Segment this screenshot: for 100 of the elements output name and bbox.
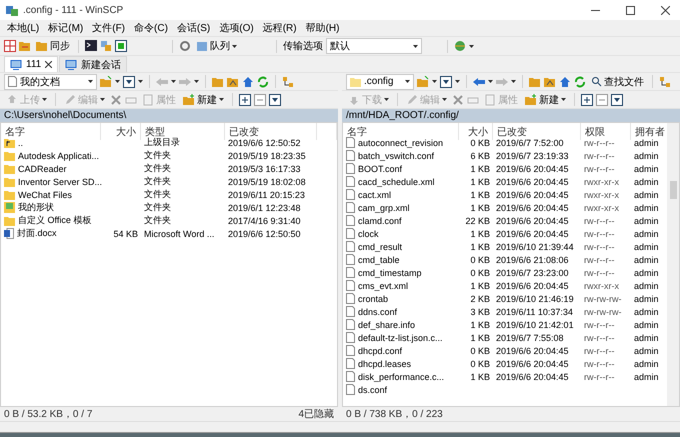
table-cell-text: 1 KB <box>469 188 491 201</box>
transfer-settings-dropdown[interactable]: 默认 <box>326 38 422 54</box>
folder-icon <box>4 190 15 200</box>
table-cell: cam_grp.xml <box>343 201 459 214</box>
plus-icon[interactable] <box>581 94 593 106</box>
column-header[interactable]: 已改变 <box>493 123 581 140</box>
menu-item[interactable]: 标记(M) <box>45 21 86 35</box>
home-icon[interactable] <box>559 76 571 88</box>
globe-icon[interactable] <box>454 40 466 52</box>
compare-icon[interactable] <box>4 40 16 52</box>
table-cell-text: 1 KB <box>469 370 491 383</box>
table-cell-text: rw-r--r-- <box>583 214 616 227</box>
table-cell-text: 2019/6/11 20:15:23 <box>227 188 306 201</box>
menu-item[interactable]: 会话(S) <box>174 21 214 35</box>
table-cell-text: 2019/6/6 20:04:45 <box>495 176 570 188</box>
synchronize-button[interactable]: 同步 <box>34 38 72 54</box>
new-folder-icon[interactable] <box>183 94 195 106</box>
table-cell-text: rw-r--r-- <box>583 358 616 370</box>
monitor-icon <box>10 60 22 70</box>
filter-icon[interactable] <box>440 76 452 88</box>
menu-item[interactable]: 帮助(H) <box>302 21 342 35</box>
forward-arrow-icon[interactable] <box>496 76 508 88</box>
home-icon[interactable] <box>242 76 254 88</box>
table-cell-text: 3 KB <box>469 306 491 318</box>
refresh-icon[interactable] <box>257 76 269 88</box>
menu-item[interactable]: 远程(R) <box>260 21 300 35</box>
table-cell-text: 2019/6/1 12:23:48 <box>227 202 302 214</box>
table-cell-text: rwxr-xr-x <box>583 202 620 214</box>
table-cell-text: admin <box>633 370 660 383</box>
caret-icon <box>88 80 93 83</box>
table-cell-text: 文件夹 <box>143 188 172 201</box>
close-icon[interactable] <box>660 6 670 14</box>
session-tab[interactable]: 111 <box>4 56 58 72</box>
caret-icon <box>405 80 410 83</box>
plus-icon[interactable] <box>239 94 251 106</box>
table-cell-text: admin <box>633 150 660 162</box>
table-cell-text: 1 KB <box>469 228 491 240</box>
refresh-icon[interactable] <box>574 76 586 88</box>
new-button[interactable]: 新建 <box>181 92 226 108</box>
tree-icon[interactable] <box>282 76 294 88</box>
caret-icon <box>42 98 47 101</box>
table-cell-text: 2019/6/6 20:04:45 <box>495 344 570 357</box>
open-folder-icon[interactable] <box>417 76 429 88</box>
table-cell: disk_performance.c... <box>343 370 459 383</box>
session-tab[interactable]: 新建会话 <box>59 56 128 72</box>
table-cell-text: rw-r--r-- <box>583 254 616 266</box>
caret-icon <box>413 44 418 48</box>
table-cell-text: 2019/6/6 20:04:45 <box>495 162 570 175</box>
table-cell-text: 2019/6/6 21:08:06 <box>495 254 570 266</box>
scrollbar[interactable] <box>667 123 679 406</box>
column-header[interactable]: 大小 <box>459 123 493 140</box>
delete-icon[interactable] <box>110 94 122 106</box>
table-cell-text: 2019/6/7 23:19:33 <box>495 150 570 162</box>
filter-icon[interactable] <box>123 76 135 88</box>
delete-icon[interactable] <box>452 94 464 106</box>
table-cell-text: admin <box>633 292 660 305</box>
terminal-icon[interactable] <box>85 40 97 52</box>
search-icon <box>591 76 602 87</box>
column-header[interactable]: 权限 <box>581 123 631 140</box>
back-arrow-icon[interactable] <box>473 76 485 88</box>
file-icon <box>346 176 355 187</box>
table-cell-text: 2019/6/7 23:23:00 <box>495 266 570 279</box>
close-tab-icon[interactable] <box>45 61 52 68</box>
location-dropdown[interactable]: 我的文档 <box>4 74 97 90</box>
location-dropdown[interactable]: .config <box>346 74 414 90</box>
table-cell-text: rw-r--r-- <box>583 370 616 383</box>
table-cell: crontab <box>343 292 459 305</box>
new-button[interactable]: 新建 <box>523 92 568 108</box>
file-icon <box>346 215 355 226</box>
column-header[interactable]: 已改变 <box>225 123 317 140</box>
table-cell: cacd_schedule.xml <box>343 175 459 188</box>
find-files-button[interactable]: 查找文件 <box>589 74 646 90</box>
root-directory-icon[interactable] <box>227 76 239 88</box>
table-cell: cact.xml <box>343 188 459 201</box>
sync-folders-icon[interactable] <box>19 40 31 52</box>
table-cell: batch_vswitch.conf <box>343 149 459 162</box>
menu-item[interactable]: 选项(O) <box>216 21 257 35</box>
new-folder-icon[interactable] <box>525 94 537 106</box>
file-icon <box>8 76 17 87</box>
filter-icon[interactable] <box>611 94 623 106</box>
folder-icon <box>4 164 15 174</box>
queue-button[interactable]: 队列 <box>194 38 239 54</box>
column-header[interactable]: 大小 <box>101 123 141 140</box>
menu-item[interactable]: 命令(C) <box>131 21 171 35</box>
table-cell: CADReader <box>1 162 101 175</box>
file-icon <box>346 332 355 343</box>
table-cell-text: admin <box>633 176 660 188</box>
table-cell-text: 0 KB <box>469 254 491 266</box>
maximize-icon[interactable] <box>626 6 634 14</box>
filter-icon[interactable] <box>269 94 281 106</box>
file-icon <box>346 306 355 317</box>
open-folder-icon[interactable] <box>100 76 112 88</box>
root-directory-icon[interactable] <box>544 76 556 88</box>
table-cell: clamd.conf <box>343 214 459 227</box>
table-cell: BOOT.conf <box>343 162 459 175</box>
forward-arrow-icon[interactable] <box>179 76 191 88</box>
menu-item[interactable]: 本地(L) <box>4 21 42 35</box>
tree-icon[interactable] <box>659 76 671 88</box>
menu-item[interactable]: 文件(F) <box>89 21 128 35</box>
settings-icon[interactable] <box>179 40 191 52</box>
